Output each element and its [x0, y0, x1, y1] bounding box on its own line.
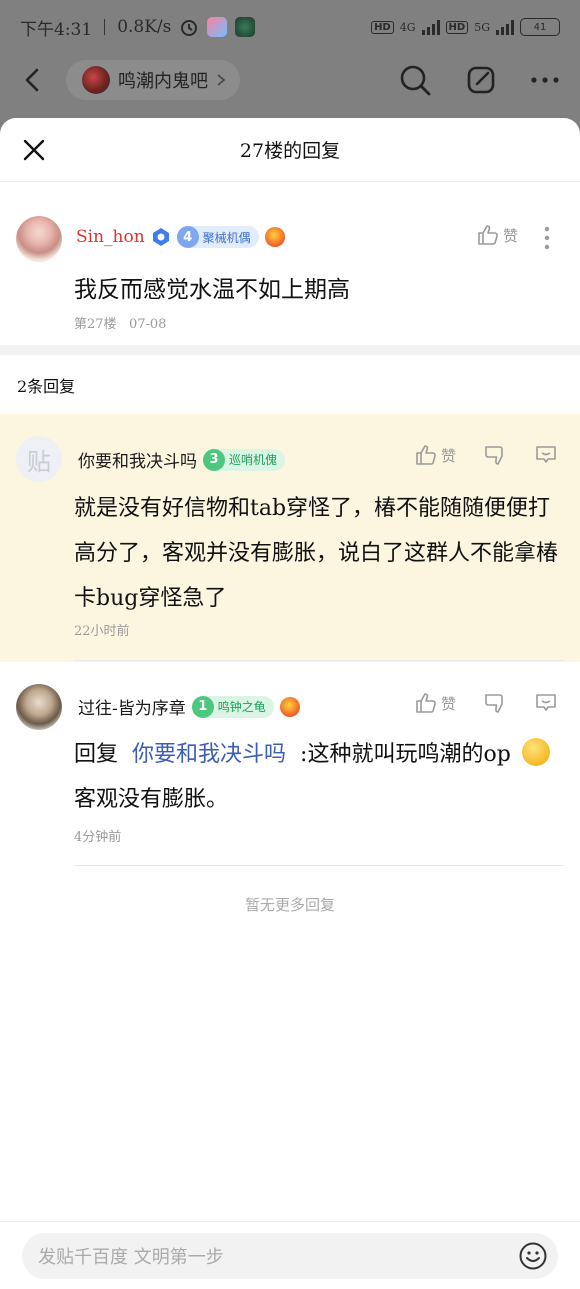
- reply-author-row: 你要和我决斗吗 3 巡哨机傀: [78, 447, 286, 472]
- level-title: 聚械机偶: [202, 230, 251, 245]
- default-avatar[interactable]: 贴: [16, 436, 62, 482]
- reply-text-part1: :这种就叫玩鸣潮的op: [300, 742, 511, 767]
- game-app-icon: [235, 17, 256, 37]
- thumbs-down-icon[interactable]: [484, 444, 506, 466]
- reply-sheet: 27楼的回复 Sin_hon 4 聚械机偶 赞 我反而感觉水温不如上期高 第27…: [0, 118, 580, 1289]
- top-nav: 鸣潮内鬼吧: [0, 54, 580, 106]
- level-badge: 4 聚械机偶: [176, 226, 259, 248]
- forum-avatar: [82, 66, 110, 94]
- reply-text-part2: 客观没有膨胀。: [74, 787, 229, 812]
- username[interactable]: Sin_hon: [76, 227, 145, 247]
- reply-count: 2条回复: [17, 377, 76, 396]
- reply-time: 4分钟前: [74, 830, 122, 845]
- battery-icon: 41: [520, 18, 560, 36]
- status-divider: [104, 19, 106, 35]
- reply-content: 回复 你要和我决斗吗 :这种就叫玩鸣潮的op 客观没有膨胀。: [74, 732, 568, 822]
- chevron-right-icon: [217, 74, 226, 86]
- gallery-app-icon: [207, 17, 228, 37]
- list-item: 过往-皆为序章 1 鸣钟之龟 赞 回复 你要和我决斗吗 :这种就叫玩鸣潮的op …: [0, 662, 580, 872]
- list-item: 贴 你要和我决斗吗 3 巡哨机傀 赞 就是没有好信物和tab穿怪了，椿不能随随便…: [0, 414, 580, 662]
- thumbs-up-icon: [478, 225, 498, 245]
- username[interactable]: 你要和我决斗吗: [78, 447, 197, 472]
- level-title: 鸣钟之龟: [217, 700, 266, 714]
- back-arrow-icon[interactable]: [20, 67, 46, 93]
- more-icon[interactable]: [530, 76, 560, 84]
- main-post-author-row: Sin_hon 4 聚械机偶: [76, 226, 285, 248]
- level-badge: 3 巡哨机傀: [203, 448, 286, 471]
- search-icon[interactable]: [398, 63, 432, 97]
- like-button[interactable]: 赞: [477, 224, 518, 246]
- emoji-picker-icon[interactable]: [518, 1241, 548, 1271]
- post-date: 07-08: [128, 317, 167, 332]
- floor-label: 第27楼: [74, 317, 117, 332]
- signal-bars-icon: [421, 19, 440, 35]
- compose-icon[interactable]: [466, 65, 496, 95]
- comment-bar: 发贴千百度 文明第一步: [0, 1221, 580, 1289]
- thumbs-down-icon[interactable]: [484, 692, 506, 714]
- signal-bars-icon-2: [496, 19, 514, 35]
- level-badge: 1 鸣钟之龟: [191, 695, 274, 718]
- reply-time: 22小时前: [74, 624, 130, 639]
- status-time: 下午4:31: [20, 19, 93, 40]
- alarm-icon: [181, 20, 198, 36]
- main-post-content: 我反而感觉水温不如上期高: [74, 277, 350, 303]
- username[interactable]: 过往-皆为序章: [78, 694, 186, 719]
- comment-icon[interactable]: [534, 692, 558, 714]
- status-bar: 下午4:31 0.8K/s HD 4G HD 5G 41: [0, 0, 580, 54]
- comment-icon[interactable]: [534, 444, 558, 466]
- like-label: 赞: [502, 226, 518, 245]
- sheet-title: 27楼的回复: [239, 140, 341, 162]
- forum-name: 鸣潮内鬼吧: [118, 71, 208, 92]
- reply-actions: 赞: [415, 692, 558, 714]
- fan-badge-icon: [264, 227, 285, 247]
- hd-badge: HD: [371, 20, 394, 34]
- like-label: 赞: [440, 694, 456, 713]
- avatar[interactable]: [16, 216, 62, 262]
- avatar[interactable]: [16, 684, 62, 730]
- net-speed: 0.8K/s: [117, 17, 172, 37]
- thumbs-up-icon: [416, 445, 436, 465]
- fan-badge-icon: [279, 696, 300, 717]
- post-more-icon[interactable]: [544, 226, 550, 250]
- level-number: 3: [203, 448, 225, 471]
- mention-link[interactable]: 你要和我决斗吗: [132, 742, 286, 767]
- tieba-logo-icon: 贴: [27, 447, 51, 476]
- close-icon[interactable]: [22, 138, 46, 162]
- signal-label-4g: 4G: [399, 20, 416, 34]
- reply-actions: 赞: [415, 444, 558, 466]
- level-number: 1: [191, 695, 214, 718]
- hd-badge-2: HD: [445, 20, 469, 34]
- reply-content: 就是没有好信物和tab穿怪了，椿不能随随便便打高分了，客观并没有膨胀，说白了这群…: [74, 496, 559, 611]
- reply-prefix: 回复: [74, 742, 119, 767]
- thumbs-up-icon: [416, 693, 436, 713]
- reply-author-row: 过往-皆为序章 1 鸣钟之龟: [78, 694, 300, 719]
- battery-level: 41: [533, 21, 547, 33]
- sheet-header: 27楼的回复: [0, 118, 580, 182]
- signal-label-5g: 5G: [474, 20, 490, 34]
- emoji-icon: [521, 738, 550, 766]
- input-placeholder: 发贴千百度 文明第一步: [38, 1246, 224, 1268]
- divider: [74, 865, 564, 866]
- like-button[interactable]: 赞: [415, 692, 456, 714]
- forum-entry-button[interactable]: 鸣潮内鬼吧: [66, 60, 240, 100]
- vip-diamond-icon: [152, 228, 169, 246]
- reply-input[interactable]: 发贴千百度 文明第一步: [22, 1232, 558, 1279]
- like-button[interactable]: 赞: [415, 444, 456, 466]
- level-number: 4: [176, 226, 199, 248]
- section-divider: [0, 345, 580, 355]
- no-more-replies: 暂无更多回复: [244, 896, 335, 914]
- divider: [74, 660, 564, 661]
- like-label: 赞: [440, 446, 456, 465]
- level-title: 巡哨机傀: [229, 453, 278, 467]
- main-post-meta: 第27楼 07-08: [74, 313, 166, 332]
